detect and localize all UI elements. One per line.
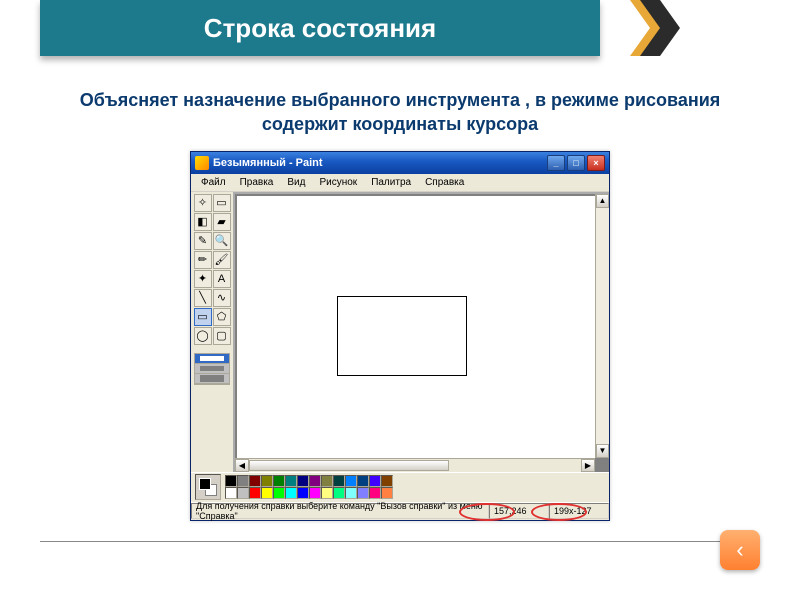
current-colors[interactable] bbox=[195, 474, 221, 500]
fg-color[interactable] bbox=[199, 478, 211, 490]
menu-рисунок[interactable]: Рисунок bbox=[313, 176, 363, 189]
window-title: Безымянный - Paint bbox=[213, 157, 547, 169]
swatch[interactable] bbox=[381, 475, 393, 487]
titlebar[interactable]: Безымянный - Paint _ □ × bbox=[191, 152, 609, 174]
tool-round-rect[interactable]: ▢ bbox=[213, 327, 231, 345]
swatch[interactable] bbox=[357, 475, 369, 487]
swatch[interactable] bbox=[345, 475, 357, 487]
menu-справка[interactable]: Справка bbox=[419, 176, 470, 189]
toolbox: ✧▭◧▰✎🔍✏🖌✦A╲∿▭⬠◯▢ bbox=[191, 192, 233, 472]
tool-rectangle[interactable]: ▭ bbox=[194, 308, 212, 326]
color-box bbox=[191, 472, 609, 502]
paint-window: Безымянный - Paint _ □ × ФайлПравкаВидРи… bbox=[190, 151, 610, 521]
back-button[interactable]: ‹ bbox=[720, 530, 760, 570]
scroll-left-icon[interactable]: ◀ bbox=[235, 459, 249, 472]
tool-fill[interactable]: ▰ bbox=[213, 213, 231, 231]
swatch[interactable] bbox=[225, 475, 237, 487]
tool-polygon[interactable]: ⬠ bbox=[213, 308, 231, 326]
swatch[interactable] bbox=[225, 487, 237, 499]
tool-rect-select[interactable]: ▭ bbox=[213, 194, 231, 212]
menu-палитра[interactable]: Палитра bbox=[365, 176, 417, 189]
maximize-button[interactable]: □ bbox=[567, 155, 585, 171]
swatch[interactable] bbox=[285, 475, 297, 487]
chevron-decoration bbox=[630, 0, 680, 56]
canvas-area[interactable]: ▲ ▼ ◀ ▶ bbox=[233, 192, 609, 472]
tool-free-select[interactable]: ✧ bbox=[194, 194, 212, 212]
swatch[interactable] bbox=[333, 487, 345, 499]
status-hint: Для получения справки выберите команду "… bbox=[191, 503, 489, 519]
swatch[interactable] bbox=[369, 475, 381, 487]
tool-magnifier[interactable]: 🔍 bbox=[213, 232, 231, 250]
minimize-button[interactable]: _ bbox=[547, 155, 565, 171]
scroll-thumb[interactable] bbox=[249, 460, 449, 471]
tool-airbrush[interactable]: ✦ bbox=[194, 270, 212, 288]
tool-line[interactable]: ╲ bbox=[194, 289, 212, 307]
scroll-right-icon[interactable]: ▶ bbox=[581, 459, 595, 472]
status-bar: Для получения справки выберите команду "… bbox=[191, 502, 609, 520]
tool-pencil[interactable]: ✏ bbox=[194, 251, 212, 269]
swatch[interactable] bbox=[237, 487, 249, 499]
scroll-down-icon[interactable]: ▼ bbox=[596, 444, 609, 458]
app-icon bbox=[195, 156, 209, 170]
swatch[interactable] bbox=[249, 487, 261, 499]
tool-options[interactable] bbox=[194, 353, 230, 385]
tool-curve[interactable]: ∿ bbox=[213, 289, 231, 307]
color-palette bbox=[225, 475, 393, 499]
swatch[interactable] bbox=[333, 475, 345, 487]
swatch[interactable] bbox=[345, 487, 357, 499]
menu-правка[interactable]: Правка bbox=[234, 176, 280, 189]
swatch[interactable] bbox=[297, 475, 309, 487]
status-coords: 157,246 bbox=[489, 503, 549, 519]
swatch[interactable] bbox=[273, 475, 285, 487]
tool-picker[interactable]: ✎ bbox=[194, 232, 212, 250]
status-size: 199x-127 bbox=[549, 503, 609, 519]
slide-description: Объясняет назначение выбранного инструме… bbox=[60, 88, 740, 137]
swatch[interactable] bbox=[261, 475, 273, 487]
swatch[interactable] bbox=[369, 487, 381, 499]
swatch[interactable] bbox=[261, 487, 273, 499]
drawn-rectangle bbox=[337, 296, 467, 376]
slide-title: Строка состояния bbox=[40, 0, 600, 56]
swatch[interactable] bbox=[297, 487, 309, 499]
swatch[interactable] bbox=[249, 475, 261, 487]
swatch[interactable] bbox=[237, 475, 249, 487]
swatch[interactable] bbox=[285, 487, 297, 499]
tool-eraser[interactable]: ◧ bbox=[194, 213, 212, 231]
menu-вид[interactable]: Вид bbox=[281, 176, 311, 189]
menu-файл[interactable]: Файл bbox=[195, 176, 232, 189]
swatch[interactable] bbox=[321, 487, 333, 499]
tool-brush[interactable]: 🖌 bbox=[213, 251, 231, 269]
horizontal-scrollbar[interactable]: ◀ ▶ bbox=[235, 458, 595, 472]
scroll-up-icon[interactable]: ▲ bbox=[596, 194, 609, 208]
swatch[interactable] bbox=[357, 487, 369, 499]
tool-ellipse[interactable]: ◯ bbox=[194, 327, 212, 345]
swatch[interactable] bbox=[381, 487, 393, 499]
vertical-scrollbar[interactable]: ▲ ▼ bbox=[595, 194, 609, 458]
footer-divider bbox=[40, 541, 760, 542]
swatch[interactable] bbox=[321, 475, 333, 487]
tool-text[interactable]: A bbox=[213, 270, 231, 288]
swatch[interactable] bbox=[273, 487, 285, 499]
swatch[interactable] bbox=[309, 487, 321, 499]
close-button[interactable]: × bbox=[587, 155, 605, 171]
swatch[interactable] bbox=[309, 475, 321, 487]
canvas[interactable] bbox=[237, 196, 595, 458]
menubar: ФайлПравкаВидРисунокПалитраСправка bbox=[191, 174, 609, 192]
